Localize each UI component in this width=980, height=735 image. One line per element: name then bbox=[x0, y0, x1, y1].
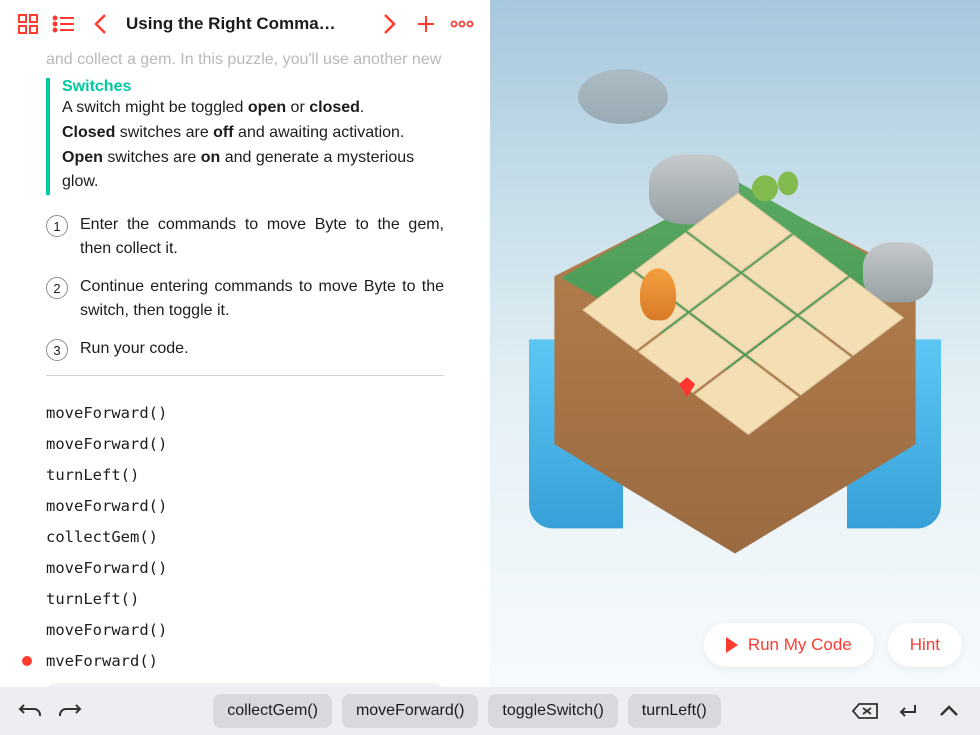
add-icon[interactable] bbox=[410, 8, 442, 40]
code-line[interactable]: moveForward() bbox=[46, 491, 444, 522]
code-suggestions: collectGem() moveForward() toggleSwitch(… bbox=[92, 694, 842, 728]
run-button[interactable]: Run My Code bbox=[704, 623, 874, 667]
hint-button[interactable]: Hint bbox=[888, 623, 962, 667]
byte-character bbox=[640, 268, 676, 320]
more-icon[interactable] bbox=[446, 8, 478, 40]
code-line[interactable]: turnLeft() bbox=[46, 584, 444, 615]
step-text: Enter the commands to move Byte to the g… bbox=[80, 213, 444, 261]
redo-icon[interactable] bbox=[54, 696, 84, 726]
suggestion-chip[interactable]: collectGem() bbox=[213, 694, 332, 728]
step-item: 1 Enter the commands to move Byte to the… bbox=[46, 213, 444, 261]
code-line[interactable]: moveForward() bbox=[46, 398, 444, 429]
hint-label: Hint bbox=[910, 635, 940, 655]
grid-icon[interactable] bbox=[12, 8, 44, 40]
code-line[interactable]: moveForward() bbox=[46, 615, 444, 646]
code-line-error-wrap: mveForward() bbox=[46, 646, 444, 677]
return-key-icon[interactable] bbox=[892, 696, 922, 726]
step-number: 3 bbox=[46, 339, 68, 361]
page-title: Using the Right Comma… bbox=[120, 14, 370, 34]
world-viewport[interactable]: Run My Code Hint bbox=[490, 0, 980, 687]
code-line[interactable]: moveForward() bbox=[46, 429, 444, 460]
code-line[interactable]: turnLeft() bbox=[46, 460, 444, 491]
callout-line: A switch might be toggled open or closed… bbox=[62, 96, 444, 121]
delete-key-icon[interactable] bbox=[850, 696, 880, 726]
keyboard-accessory-bar: collectGem() moveForward() toggleSwitch(… bbox=[0, 687, 980, 735]
instructions-panel: Using the Right Comma… and collect a gem… bbox=[0, 0, 490, 687]
undo-icon[interactable] bbox=[16, 696, 46, 726]
suggestion-chip[interactable]: turnLeft() bbox=[628, 694, 721, 728]
collapse-keyboard-icon[interactable] bbox=[934, 696, 964, 726]
suggestion-chip[interactable]: toggleSwitch() bbox=[488, 694, 617, 728]
nav-forward-icon[interactable] bbox=[374, 8, 406, 40]
bush-decoration bbox=[778, 171, 798, 195]
floating-island-decoration bbox=[578, 69, 668, 124]
step-item: 2 Continue entering commands to move Byt… bbox=[46, 275, 444, 323]
play-icon bbox=[726, 637, 738, 653]
step-text: Run your code. bbox=[80, 337, 189, 361]
keyboard-right-group bbox=[850, 696, 964, 726]
callout-title: Switches bbox=[62, 78, 444, 96]
code-editor[interactable]: moveForward() moveForward() turnLeft() m… bbox=[46, 398, 444, 687]
code-line[interactable]: moveForward() bbox=[46, 553, 444, 584]
bush-decoration bbox=[752, 175, 778, 201]
run-label: Run My Code bbox=[748, 635, 852, 655]
list-icon[interactable] bbox=[48, 8, 80, 40]
callout-line: Closed switches are off and awaiting act… bbox=[62, 121, 444, 146]
lesson-content: and collect a gem. In this puzzle, you'l… bbox=[0, 48, 490, 687]
puzzle-island bbox=[520, 142, 950, 562]
divider bbox=[46, 375, 444, 376]
callout-line: Open switches are on and generate a myst… bbox=[62, 146, 444, 196]
action-buttons: Run My Code Hint bbox=[704, 623, 962, 667]
step-number: 1 bbox=[46, 215, 68, 237]
top-toolbar: Using the Right Comma… bbox=[0, 0, 490, 48]
step-item: 3 Run your code. bbox=[46, 337, 444, 361]
step-text: Continue entering commands to move Byte … bbox=[80, 275, 444, 323]
code-line-error[interactable]: mveForward() bbox=[46, 646, 444, 677]
intro-text-faded: and collect a gem. In this puzzle, you'l… bbox=[46, 48, 444, 72]
error-indicator-icon[interactable] bbox=[22, 656, 32, 666]
code-line[interactable]: collectGem() bbox=[46, 522, 444, 553]
steps-list: 1 Enter the commands to move Byte to the… bbox=[46, 213, 444, 361]
nav-back-icon[interactable] bbox=[84, 8, 116, 40]
switches-callout: Switches A switch might be toggled open … bbox=[46, 78, 444, 195]
step-number: 2 bbox=[46, 277, 68, 299]
suggestion-chip[interactable]: moveForward() bbox=[342, 694, 478, 728]
